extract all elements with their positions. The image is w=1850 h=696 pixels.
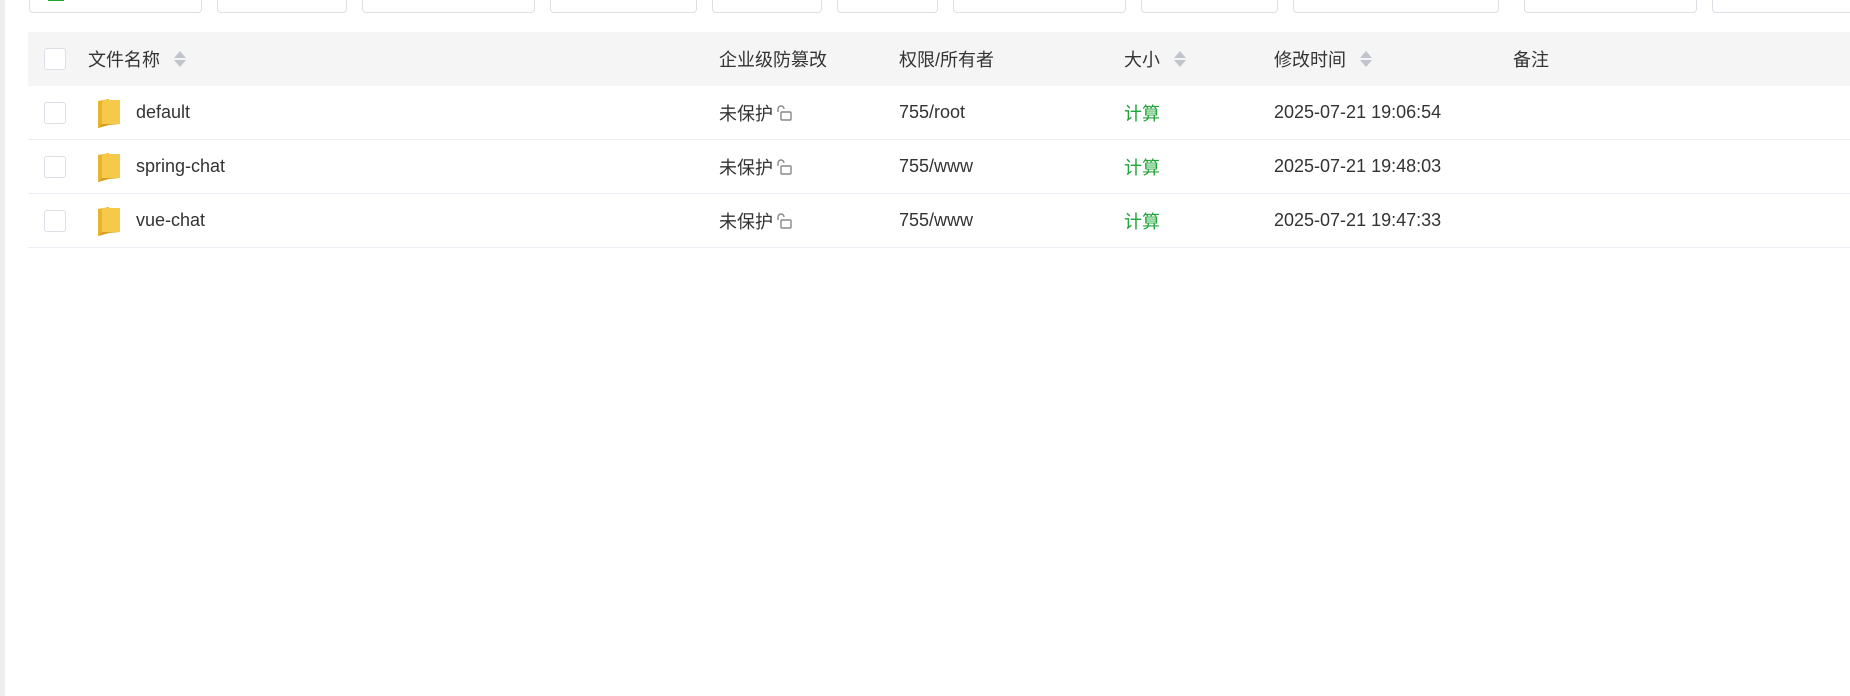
permission-cell[interactable]: 755/www bbox=[899, 194, 973, 247]
folder-icon bbox=[98, 206, 120, 236]
table-header: 文件名称 企业级防篡改 权限/所有者 大小 修改时间 备注 bbox=[28, 32, 1850, 86]
toolbar-button[interactable] bbox=[550, 0, 697, 13]
row-select-cell bbox=[44, 194, 66, 247]
file-name[interactable]: spring-chat bbox=[136, 156, 225, 177]
header-name-label: 文件名称 bbox=[88, 50, 160, 70]
toolbar-button[interactable] bbox=[953, 0, 1126, 13]
permission-owner[interactable]: 755/root bbox=[899, 102, 965, 123]
header-size[interactable]: 大小 bbox=[1124, 32, 1186, 86]
file-name-cell[interactable]: vue-chat bbox=[88, 194, 205, 247]
toolbar-button[interactable] bbox=[217, 0, 347, 13]
size-cell[interactable]: 计算 bbox=[1124, 140, 1160, 193]
upload-icon bbox=[48, 0, 64, 1]
calculate-size-link[interactable]: 计算 bbox=[1124, 154, 1160, 180]
unlock-icon[interactable] bbox=[775, 104, 793, 122]
table-row[interactable]: vue-chat 未保护 755/www 计算 2025-07-21 19:47… bbox=[28, 194, 1850, 248]
left-rail bbox=[0, 0, 5, 696]
toolbar-button[interactable] bbox=[362, 0, 535, 13]
file-table: 文件名称 企业级防篡改 权限/所有者 大小 修改时间 备注 default 未保… bbox=[28, 32, 1850, 248]
row-select-cell bbox=[44, 86, 66, 139]
protection-cell[interactable]: 未保护 bbox=[719, 86, 793, 139]
modified-time: 2025-07-21 19:47:33 bbox=[1274, 210, 1442, 230]
table-row[interactable]: spring-chat 未保护 755/www 计算 2025-07-21 19… bbox=[28, 140, 1850, 194]
unlock-icon[interactable] bbox=[775, 212, 793, 230]
size-cell[interactable]: 计算 bbox=[1124, 86, 1160, 139]
toolbar-button-upload[interactable] bbox=[29, 0, 202, 13]
protection-cell[interactable]: 未保护 bbox=[719, 194, 793, 247]
protection-status[interactable]: 未保护 bbox=[719, 154, 773, 180]
protection-status[interactable]: 未保护 bbox=[719, 100, 773, 126]
select-all-cell bbox=[44, 32, 66, 86]
toolbar-button[interactable] bbox=[1524, 0, 1697, 13]
row-checkbox[interactable] bbox=[44, 209, 66, 232]
header-protection: 企业级防篡改 bbox=[719, 32, 827, 86]
permission-cell[interactable]: 755/www bbox=[899, 140, 973, 193]
permission-cell[interactable]: 755/root bbox=[899, 86, 965, 139]
modified-cell: 2025-07-21 19:48:03 bbox=[1274, 140, 1441, 193]
modified-cell: 2025-07-21 19:06:54 bbox=[1274, 86, 1441, 139]
header-note-label: 备注 bbox=[1513, 50, 1549, 70]
permission-owner[interactable]: 755/www bbox=[899, 210, 973, 231]
file-name[interactable]: default bbox=[136, 102, 190, 123]
row-select-cell bbox=[44, 140, 66, 193]
sort-icon[interactable] bbox=[174, 51, 186, 67]
folder-icon bbox=[98, 98, 120, 128]
row-checkbox[interactable] bbox=[44, 155, 66, 178]
protection-cell[interactable]: 未保护 bbox=[719, 140, 793, 193]
header-protection-label: 企业级防篡改 bbox=[719, 50, 827, 70]
modified-time: 2025-07-21 19:06:54 bbox=[1274, 102, 1442, 122]
sort-icon[interactable] bbox=[1174, 51, 1186, 67]
folder-icon bbox=[98, 152, 120, 182]
sort-icon[interactable] bbox=[1360, 51, 1372, 67]
protection-status[interactable]: 未保护 bbox=[719, 208, 773, 234]
table-row[interactable]: default 未保护 755/root 计算 2025-07-21 19:06… bbox=[28, 86, 1850, 140]
toolbar-button[interactable] bbox=[1712, 0, 1850, 13]
select-all-checkbox[interactable] bbox=[44, 48, 66, 70]
toolbar-button[interactable] bbox=[1141, 0, 1278, 13]
header-size-label: 大小 bbox=[1124, 50, 1160, 70]
permission-owner[interactable]: 755/www bbox=[899, 156, 973, 177]
header-modified-label: 修改时间 bbox=[1274, 50, 1346, 70]
unlock-icon[interactable] bbox=[775, 158, 793, 176]
file-name-cell[interactable]: default bbox=[88, 86, 190, 139]
modified-time: 2025-07-21 19:48:03 bbox=[1274, 156, 1442, 176]
toolbar-button[interactable] bbox=[712, 0, 822, 13]
calculate-size-link[interactable]: 计算 bbox=[1124, 208, 1160, 234]
header-modified[interactable]: 修改时间 bbox=[1274, 32, 1372, 86]
toolbar-button[interactable] bbox=[837, 0, 938, 13]
header-permission-label: 权限/所有者 bbox=[899, 50, 995, 70]
row-checkbox[interactable] bbox=[44, 101, 66, 124]
header-note: 备注 bbox=[1513, 32, 1549, 86]
modified-cell: 2025-07-21 19:47:33 bbox=[1274, 194, 1441, 247]
calculate-size-link[interactable]: 计算 bbox=[1124, 100, 1160, 126]
file-name-cell[interactable]: spring-chat bbox=[88, 140, 225, 193]
toolbar-button[interactable] bbox=[1293, 0, 1499, 13]
header-permission: 权限/所有者 bbox=[899, 32, 994, 86]
size-cell[interactable]: 计算 bbox=[1124, 194, 1160, 247]
file-name[interactable]: vue-chat bbox=[136, 210, 205, 231]
toolbar bbox=[0, 0, 1850, 16]
header-name[interactable]: 文件名称 bbox=[88, 32, 186, 86]
